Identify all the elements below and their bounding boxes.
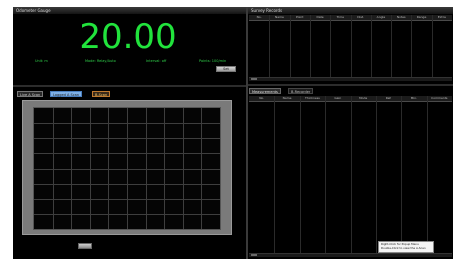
- left-divider: [13, 85, 246, 87]
- gauge-points: Points: 100/min: [199, 59, 227, 63]
- gauge-panel-title: Odometer Gauge: [13, 7, 246, 14]
- survey-horizontal-scrollbar[interactable]: [249, 77, 452, 81]
- chart-control-button[interactable]: [78, 243, 92, 249]
- app-window: Odometer Gauge 20.00 Unit: m Mode: Relay…: [13, 7, 453, 259]
- column-header[interactable]: Ref.: [376, 96, 401, 101]
- gauge-interval: Interval: off: [146, 59, 167, 63]
- column-divider: [350, 15, 352, 77]
- column-header[interactable]: Time: [330, 15, 350, 20]
- column-header[interactable]: Comments: [427, 96, 452, 101]
- column-divider: [269, 15, 271, 77]
- tooltip-line: Double-Click to view the A-Scan: [381, 245, 426, 250]
- survey-panel-title: Survey Records: [248, 7, 453, 14]
- column-header[interactable]: Dist.: [351, 15, 371, 20]
- column-divider: [330, 15, 332, 77]
- gauge-unit: Unit: m: [35, 59, 48, 63]
- column-header[interactable]: Date: [310, 15, 330, 20]
- column-divider: [431, 15, 433, 77]
- column-header[interactable]: Name: [269, 15, 289, 20]
- column-header[interactable]: Thickness: [300, 96, 325, 101]
- grid-line: [34, 213, 220, 215]
- vertical-divider[interactable]: [246, 7, 248, 259]
- gauge-set-button[interactable]: Set: [216, 66, 236, 72]
- right-divider: [248, 84, 453, 86]
- column-divider: [391, 15, 393, 77]
- grid-line: [34, 168, 220, 170]
- grid-line: [34, 123, 220, 125]
- tab-b-recorder[interactable]: B-Recorder: [288, 88, 314, 94]
- column-header[interactable]: Extra: [432, 15, 452, 20]
- grid-line: [34, 198, 220, 200]
- column-divider: [370, 15, 372, 77]
- grid-line: [34, 138, 220, 140]
- column-divider: [350, 96, 352, 253]
- gauge-mode: Mode: Relay/Auto: [85, 59, 116, 63]
- measurements-scroll-thumb[interactable]: [251, 254, 257, 256]
- column-divider: [401, 96, 403, 253]
- column-header[interactable]: No.: [249, 15, 269, 20]
- tab-b-scan[interactable]: B-Scan: [92, 91, 111, 97]
- column-header[interactable]: Gain: [325, 96, 350, 101]
- scan-chart-plot[interactable]: [33, 107, 221, 230]
- tooltip: Right-Click for Popup Menu Double-Click …: [378, 241, 434, 253]
- column-header[interactable]: Point: [290, 15, 310, 20]
- column-divider: [375, 96, 377, 253]
- column-header[interactable]: Range: [411, 15, 431, 20]
- column-divider: [411, 15, 413, 77]
- gauge-reading: 20.00: [79, 17, 177, 57]
- column-divider: [299, 96, 301, 253]
- column-divider: [426, 96, 428, 253]
- survey-scroll-thumb[interactable]: [251, 78, 257, 80]
- measurements-horizontal-scrollbar[interactable]: [249, 253, 452, 257]
- tab-live-a-scan[interactable]: Live A Scan: [17, 91, 44, 97]
- tab-logged-a-scan[interactable]: Logged A Scan: [50, 91, 82, 97]
- column-header[interactable]: Name: [274, 96, 299, 101]
- column-header[interactable]: Notes: [391, 15, 411, 20]
- grid-line: [34, 183, 220, 185]
- column-divider: [309, 15, 311, 77]
- tab-measurements[interactable]: Measurements: [249, 88, 281, 94]
- column-header[interactable]: No.: [249, 96, 274, 101]
- column-divider: [325, 96, 327, 253]
- grid-line: [34, 153, 220, 155]
- column-header[interactable]: Mode: [351, 96, 376, 101]
- column-divider: [289, 15, 291, 77]
- column-header[interactable]: Angle: [371, 15, 391, 20]
- column-header[interactable]: Min.: [401, 96, 426, 101]
- column-divider: [274, 96, 276, 253]
